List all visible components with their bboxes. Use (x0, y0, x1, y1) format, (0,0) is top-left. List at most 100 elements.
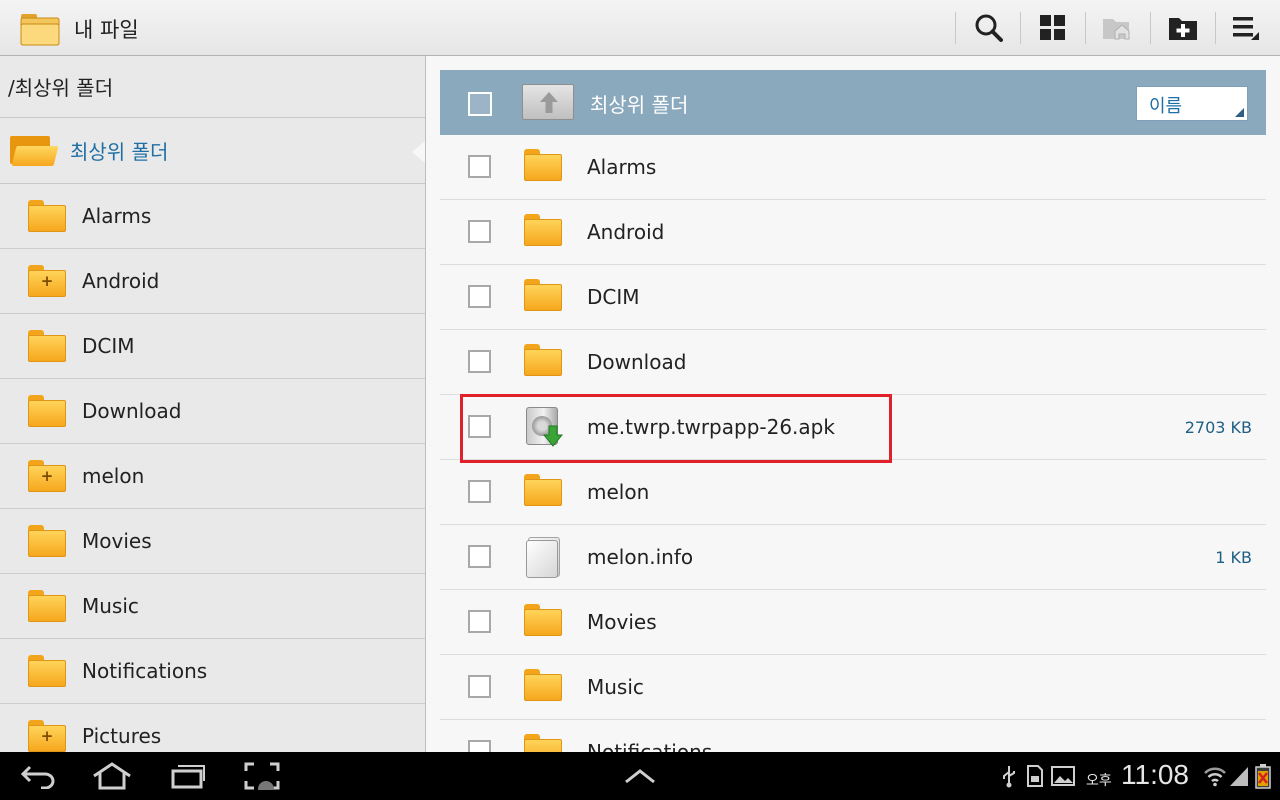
clock-time: 11:08 (1121, 759, 1189, 790)
file-row[interactable]: melon.info 1 KB (440, 525, 1266, 590)
file-row[interactable]: Music (440, 655, 1266, 720)
usb-icon (998, 760, 1020, 792)
folder-icon (524, 734, 562, 752)
folder-icon (28, 330, 66, 362)
file-name: Alarms (587, 155, 657, 179)
sd-card-icon (1024, 760, 1046, 792)
screenshot-icon (244, 762, 280, 790)
tree-root-label: 최상위 폴더 (70, 140, 169, 164)
file-name: Android (587, 220, 665, 244)
home-button[interactable] (90, 760, 134, 792)
tree-item-download[interactable]: Download (0, 379, 425, 444)
tree-item-dcim[interactable]: DCIM (0, 314, 425, 379)
sort-label: 이름 (1149, 96, 1183, 117)
file-name: DCIM (587, 285, 640, 309)
divider (955, 12, 956, 44)
tree-item-label: Pictures (82, 724, 162, 748)
folder-icon (28, 655, 66, 687)
folder-icon (524, 344, 562, 376)
tree-item-notifications[interactable]: Notifications (0, 639, 425, 704)
row-checkbox[interactable] (468, 675, 491, 698)
list-header-title: 최상위 폴더 (590, 93, 689, 117)
new-folder-button[interactable] (1159, 8, 1207, 48)
document-icon (526, 537, 562, 578)
folder-icon (524, 149, 562, 181)
select-all-checkbox[interactable] (468, 92, 492, 116)
tree-item-movies[interactable]: Movies (0, 509, 425, 574)
folder-icon (28, 395, 66, 427)
clock-ampm: 오후 (1086, 773, 1112, 789)
tree-item-music[interactable]: Music (0, 574, 425, 639)
expand-button[interactable] (620, 760, 660, 792)
dropdown-corner-icon (1235, 108, 1244, 117)
list-header: 최상위 폴더 이름 (440, 70, 1266, 135)
file-row[interactable]: Android (440, 200, 1266, 265)
row-checkbox[interactable] (468, 285, 491, 308)
divider (1085, 12, 1086, 44)
folder-icon (20, 12, 60, 46)
file-size: 1 KB (1215, 548, 1252, 567)
tree-root-item[interactable]: 최상위 폴더 (0, 118, 425, 184)
arrow-up-icon (540, 92, 558, 113)
overflow-menu-icon (1233, 17, 1259, 40)
file-row[interactable]: DCIM (440, 265, 1266, 330)
folder-icon (524, 474, 562, 506)
folder-expand-icon: + (28, 265, 66, 297)
action-bar: 내 파일 (0, 0, 1280, 56)
file-name: Music (587, 675, 644, 699)
row-checkbox[interactable] (468, 155, 491, 178)
screenshot-button[interactable] (244, 760, 280, 792)
folder-icon (524, 669, 562, 701)
set-home-button[interactable] (1093, 8, 1141, 48)
folder-expand-icon: + (28, 720, 66, 752)
wifi-icon (1202, 760, 1228, 792)
tree-item-melon[interactable]: + melon (0, 444, 425, 509)
tree-item-android[interactable]: + Android (0, 249, 425, 314)
recent-apps-button[interactable] (168, 760, 208, 792)
file-row[interactable]: Notifications (440, 720, 1266, 752)
file-row[interactable]: Download (440, 330, 1266, 395)
system-nav-bar: 오후 11:08 (0, 752, 1280, 800)
row-checkbox[interactable] (468, 545, 491, 568)
tree-item-alarms[interactable]: Alarms (0, 184, 425, 249)
current-path: /최상위 폴더 (0, 56, 425, 118)
row-checkbox[interactable] (468, 610, 491, 633)
divider (1020, 12, 1021, 44)
tree-item-label: Android (82, 269, 160, 293)
folder-icon (524, 214, 562, 246)
file-list-pane: 최상위 폴더 이름 Alarms Android DCIM Download m… (426, 56, 1280, 752)
file-name: Notifications (587, 740, 713, 752)
file-row[interactable]: Movies (440, 590, 1266, 655)
file-name: Download (587, 350, 687, 374)
row-checkbox[interactable] (468, 480, 491, 503)
tree-item-label: Notifications (82, 659, 208, 683)
folder-expand-icon: + (28, 460, 66, 492)
tree-item-label: Music (82, 594, 139, 618)
back-icon (20, 765, 55, 789)
folder-add-icon (1169, 18, 1197, 40)
sort-dropdown[interactable]: 이름 (1136, 86, 1248, 121)
parent-folder-button[interactable] (522, 84, 574, 120)
file-size: 2703 KB (1184, 418, 1252, 437)
divider (1215, 12, 1216, 44)
back-button[interactable] (18, 760, 60, 792)
folder-icon (28, 525, 66, 557)
image-notification-icon (1050, 760, 1076, 792)
battery-icon (1252, 760, 1274, 792)
folder-tree-pane: /최상위 폴더 최상위 폴더 Alarms + Android DCIM Dow… (0, 56, 426, 752)
file-row[interactable]: melon (440, 460, 1266, 525)
overflow-menu-button[interactable] (1222, 8, 1270, 48)
search-icon (975, 14, 1003, 42)
tree-item-pictures[interactable]: + Pictures (0, 704, 425, 752)
folder-icon (524, 279, 562, 311)
signal-icon (1228, 760, 1250, 792)
tree-item-label: Download (82, 399, 182, 423)
tree-item-label: DCIM (82, 334, 135, 358)
view-mode-button[interactable] (1029, 8, 1077, 48)
search-button[interactable] (965, 8, 1013, 48)
file-row[interactable]: Alarms (440, 135, 1266, 200)
row-checkbox[interactable] (468, 350, 491, 373)
row-checkbox[interactable] (468, 220, 491, 243)
row-checkbox[interactable] (468, 740, 491, 752)
folder-home-icon (1103, 19, 1130, 40)
